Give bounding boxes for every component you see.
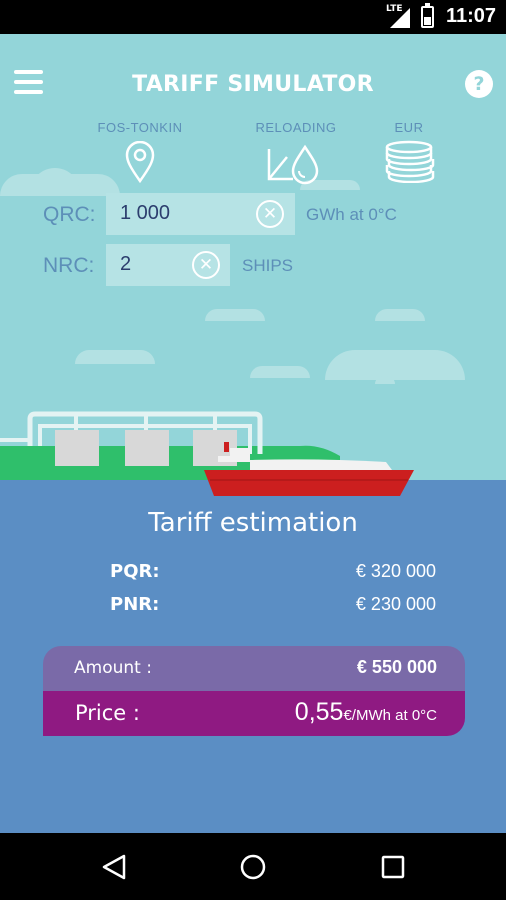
signal-icon xyxy=(390,8,410,28)
status-time: 11:07 xyxy=(445,5,496,27)
status-bar: LTE 11:07 xyxy=(0,0,506,34)
cloud xyxy=(75,350,155,364)
pnr-label: PNR: xyxy=(110,594,160,615)
location-pin-icon xyxy=(125,140,155,184)
cloud xyxy=(30,168,80,196)
amount-box: Amount : € 550 000 xyxy=(43,646,465,691)
option-service[interactable]: RELOADING xyxy=(246,120,346,188)
reloading-icon xyxy=(267,144,319,185)
tariff-title: Tariff estimation xyxy=(148,508,358,538)
nrc-clear-icon[interactable]: ✕ xyxy=(192,251,220,279)
qrc-value: 1 000 xyxy=(120,202,171,224)
app-title: TARIFF SIMULATOR xyxy=(132,72,374,97)
qrc-unit: GWh at 0°C xyxy=(306,205,397,224)
ship-illustration xyxy=(204,442,414,496)
back-triangle-icon[interactable] xyxy=(101,853,127,881)
coin-stack-icon xyxy=(385,140,435,184)
option-currency-label: EUR xyxy=(394,120,424,135)
option-service-label: RELOADING xyxy=(255,120,337,135)
amount-value: € 550 000 xyxy=(356,657,437,677)
pqr-label: PQR: xyxy=(110,561,160,582)
option-terminal-label: FOS-TONKIN xyxy=(97,120,183,135)
qrc-input[interactable]: 1 000 ✕ xyxy=(106,193,295,235)
battery-icon xyxy=(421,3,434,28)
qrc-label: QRC: xyxy=(43,203,96,226)
cloud xyxy=(205,309,265,321)
price-value-group: 0,55€/MWh at 0°C xyxy=(295,698,437,727)
nrc-value: 2 xyxy=(120,253,132,275)
option-currency[interactable]: EUR xyxy=(378,120,440,186)
option-terminal[interactable]: FOS-TONKIN xyxy=(88,120,192,186)
recents-square-icon[interactable] xyxy=(380,853,406,881)
price-value: 0,55 xyxy=(294,698,344,726)
amount-label: Amount : xyxy=(74,658,152,678)
qrc-clear-icon[interactable]: ✕ xyxy=(256,200,284,228)
price-box: Price : 0,55€/MWh at 0°C xyxy=(43,691,465,736)
pnr-value: € 230 000 xyxy=(355,594,436,614)
price-unit: €/MWh at 0°C xyxy=(343,707,437,724)
home-circle-icon[interactable] xyxy=(239,853,267,881)
pqr-value: € 320 000 xyxy=(355,561,436,581)
price-label: Price : xyxy=(75,701,140,725)
nrc-unit: SHIPS xyxy=(242,256,294,275)
nrc-input[interactable]: 2 ✕ xyxy=(106,244,230,286)
nrc-label: NRC: xyxy=(43,254,95,277)
help-icon[interactable]: ? xyxy=(465,70,493,98)
system-nav-bar xyxy=(0,833,506,900)
cloud xyxy=(375,309,425,321)
